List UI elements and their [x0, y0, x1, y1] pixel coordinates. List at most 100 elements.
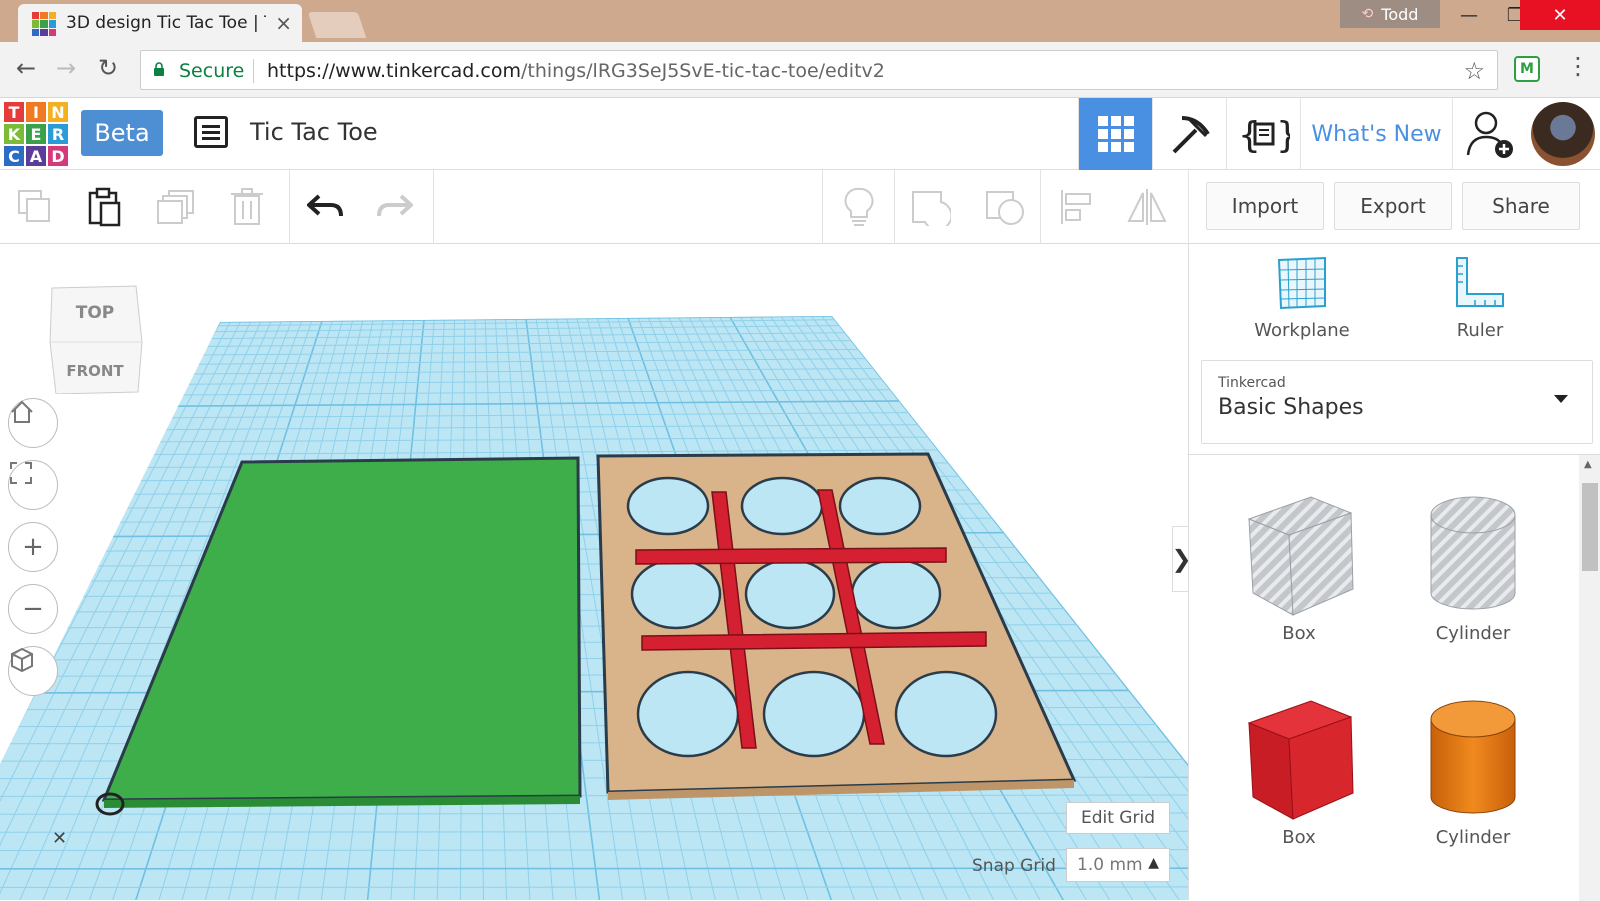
cylinder-hole-icon	[1430, 496, 1516, 610]
shape-cylinder[interactable]: Cylinder	[1403, 693, 1543, 848]
zoom-out-button[interactable]: −	[8, 584, 58, 634]
mirror-icon[interactable]	[1126, 186, 1168, 228]
caret-down-icon	[1554, 395, 1568, 403]
board-hole	[740, 476, 824, 536]
board-hole	[744, 558, 836, 630]
snap-grid-select[interactable]: 1.0 mm ▲	[1066, 848, 1170, 882]
whats-new-button[interactable]: What's New	[1300, 98, 1452, 170]
redo-icon[interactable]	[374, 186, 416, 228]
delete-icon[interactable]	[226, 186, 268, 228]
workplane-tool[interactable]: Workplane	[1237, 256, 1367, 341]
undo-icon[interactable]	[304, 186, 346, 228]
ruler-tool[interactable]: Ruler	[1415, 256, 1545, 341]
edit-grid-button[interactable]: Edit Grid	[1066, 802, 1170, 834]
tinkercad-favicon-icon	[32, 12, 56, 36]
duplicate-icon[interactable]	[156, 186, 198, 228]
logo-letter: I	[26, 102, 46, 122]
shape-label: Box	[1282, 623, 1316, 644]
zoom-in-button[interactable]: +	[8, 522, 58, 572]
avatar[interactable]	[1531, 102, 1595, 166]
pickaxe-icon	[1172, 116, 1210, 154]
whats-new-label: What's New	[1311, 121, 1442, 147]
align-icon[interactable]	[1056, 186, 1098, 228]
board-hole	[626, 476, 710, 536]
workplane-canvas[interactable]: TOP FRONT + − Edit Grid Snap Grid 1.0 mm…	[0, 244, 1188, 900]
view-cube[interactable]: TOP FRONT	[48, 282, 144, 394]
cylinder-orange-icon	[1430, 700, 1516, 814]
workplane-label: Workplane	[1254, 320, 1350, 341]
minimize-icon[interactable]: —	[1446, 0, 1492, 30]
lightbulb-icon[interactable]	[838, 186, 880, 228]
reload-icon[interactable]: ↻	[98, 54, 118, 82]
browser-tab[interactable]: 3D design Tic Tac Toe | T ×	[18, 4, 302, 42]
address-bar[interactable]: Secure https://www.tinkercad.com/things/…	[140, 50, 1498, 90]
shape-library-dropdown[interactable]: Tinkercad Basic Shapes	[1201, 360, 1593, 444]
scroll-up-icon[interactable]: ▲	[1584, 459, 1592, 470]
svg-text:{: {	[1238, 115, 1261, 155]
back-arrow-icon[interactable]: ←	[16, 54, 36, 82]
window-close-icon[interactable]: ✕	[1520, 0, 1600, 30]
shape-box[interactable]: Box	[1229, 693, 1369, 848]
home-icon	[11, 400, 33, 423]
view-cube-top: TOP	[76, 303, 115, 323]
browser-toolbar: ← → ↻ Secure https://www.tinkercad.com/t…	[0, 42, 1600, 98]
new-tab-button[interactable]	[307, 12, 367, 38]
address-separator	[253, 59, 254, 83]
design-list-icon[interactable]	[194, 116, 228, 148]
view-cube-front: FRONT	[66, 362, 124, 380]
import-button[interactable]: Import	[1206, 182, 1324, 230]
shapes-panel: Workplane Ruler Tinkercad Basic Shapes B…	[1188, 244, 1600, 901]
profile-chip[interactable]: ⟲ Todd	[1340, 0, 1440, 28]
orthographic-view-button[interactable]	[8, 646, 58, 696]
logo-letter: R	[48, 124, 68, 144]
group-icon[interactable]	[910, 186, 952, 228]
perspective-cube-icon	[11, 647, 33, 673]
bookmark-star-icon[interactable]: ☆	[1463, 57, 1485, 85]
shape-label: Box	[1282, 827, 1316, 848]
design-title[interactable]: Tic Tac Toe	[250, 118, 378, 146]
tab-close-icon[interactable]: ×	[275, 11, 292, 35]
shape-label: Cylinder	[1435, 827, 1511, 848]
forward-arrow-icon[interactable]: →	[56, 54, 76, 82]
shape-label: Cylinder	[1435, 623, 1511, 644]
tinkercad-logo[interactable]: TIN KER CAD	[4, 102, 68, 166]
secure-label: Secure	[179, 60, 245, 82]
url-host: https://www.tinkercad.com	[267, 60, 521, 82]
shape-cylinder-hole[interactable]: Cylinder	[1403, 489, 1543, 644]
axis-x-icon: ✕	[52, 828, 68, 849]
home-view-button[interactable]	[8, 398, 58, 448]
ungroup-icon[interactable]	[984, 186, 1026, 228]
logo-letter: C	[4, 146, 24, 166]
bricks-view-button[interactable]	[1152, 98, 1226, 170]
extension-icon[interactable]: M	[1514, 56, 1540, 82]
ruler-icon	[1456, 257, 1504, 307]
caret-up-icon: ▲	[1148, 855, 1159, 871]
profile-name: Todd	[1381, 4, 1419, 24]
3d-design-view-button[interactable]	[1078, 98, 1152, 170]
invite-user-button[interactable]	[1452, 98, 1526, 170]
shape-box-hole[interactable]: Box	[1229, 489, 1369, 644]
logo-letter: K	[4, 124, 24, 144]
paste-icon[interactable]	[84, 186, 126, 228]
share-button[interactable]: Share	[1462, 182, 1580, 230]
panel-collapse-button[interactable]: ❯	[1171, 526, 1188, 592]
fit-view-button[interactable]	[8, 460, 58, 510]
plus-icon: +	[22, 532, 44, 562]
scrollbar-thumb[interactable]	[1582, 483, 1598, 571]
codeblocks-button[interactable]: { }	[1226, 98, 1300, 170]
workplane-icon	[1277, 256, 1326, 310]
workplane-scene[interactable]	[0, 244, 1188, 900]
copy-icon[interactable]	[14, 186, 56, 228]
library-source: Tinkercad	[1218, 375, 1286, 391]
add-user-icon	[1466, 111, 1513, 158]
chevron-right-icon: ❯	[1171, 545, 1188, 573]
url-text: https://www.tinkercad.com/things/lRG3SeJ…	[267, 60, 885, 82]
tab-title: 3D design Tic Tac Toe | T	[66, 13, 266, 33]
browser-menu-icon[interactable]: ⋮	[1566, 52, 1590, 80]
shapes-scrollbar[interactable]: ▲	[1579, 455, 1600, 901]
beta-badge[interactable]: Beta	[81, 110, 163, 156]
ruler-label: Ruler	[1456, 320, 1504, 341]
export-button[interactable]: Export	[1334, 182, 1452, 230]
box-red-icon	[1247, 700, 1354, 820]
board-hole	[894, 670, 998, 758]
